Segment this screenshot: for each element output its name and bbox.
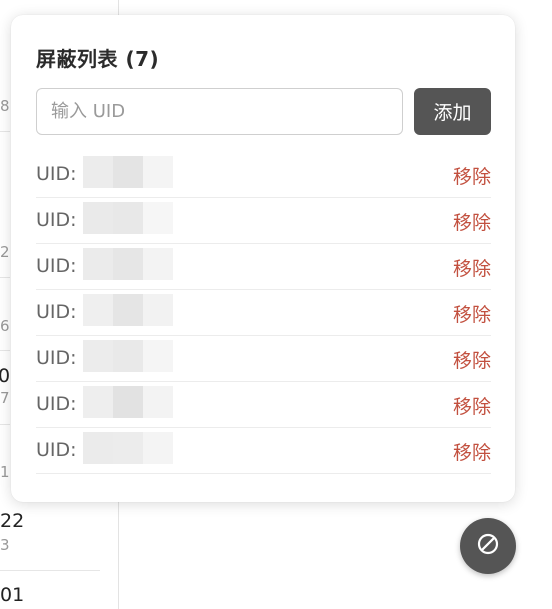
background-row-divider — [0, 131, 10, 132]
uid-redacted-value — [83, 386, 173, 418]
remove-button[interactable]: 移除 — [453, 346, 491, 373]
background-row-divider — [0, 350, 10, 351]
background-number: 1 — [0, 463, 10, 481]
uid-redacted-value — [83, 202, 173, 234]
uid-row: UID: 移除 — [36, 336, 491, 382]
remove-button[interactable]: 移除 — [453, 254, 491, 281]
uid-redacted-value — [83, 156, 173, 188]
block-icon — [476, 532, 500, 560]
background-row-divider — [0, 277, 10, 278]
uid-label: UID: — [36, 255, 77, 277]
uid-label: UID: — [36, 393, 77, 415]
uid-row: UID: 移除 — [36, 198, 491, 244]
remove-button[interactable]: 移除 — [453, 392, 491, 419]
background-number: 2 — [0, 243, 10, 261]
uid-row: UID: 移除 — [36, 244, 491, 290]
uid-redacted-value — [83, 432, 173, 464]
uid-label: UID: — [36, 347, 77, 369]
uid-redacted-value — [83, 340, 173, 372]
background-number: 22 — [0, 510, 25, 532]
remove-button[interactable]: 移除 — [453, 208, 491, 235]
uid-redacted-value — [83, 248, 173, 280]
uid-label: UID: — [36, 209, 77, 231]
add-button[interactable]: 添加 — [414, 88, 491, 135]
uid-input[interactable] — [36, 88, 403, 135]
remove-button[interactable]: 移除 — [453, 162, 491, 189]
uid-label: UID: — [36, 439, 77, 461]
block-list-toggle-button[interactable] — [460, 518, 516, 574]
uid-row: UID: 移除 — [36, 428, 491, 474]
uid-label: UID: — [36, 163, 77, 185]
remove-button[interactable]: 移除 — [453, 438, 491, 465]
background-row-divider — [0, 570, 100, 571]
panel-title: 屏蔽列表 (7) — [36, 47, 160, 71]
remove-button[interactable]: 移除 — [453, 300, 491, 327]
background-number: 6 — [0, 317, 10, 335]
uid-label: UID: — [36, 301, 77, 323]
background-number: 8 — [0, 97, 10, 115]
block-list-panel: 屏蔽列表 (7) 添加 UID: 移除 UID: 移除 UID: 移除 UID: — [11, 15, 515, 502]
uid-redacted-value — [83, 294, 173, 326]
background-row-divider — [0, 424, 10, 425]
background-number: 3 — [0, 536, 10, 554]
background-number: 01 — [0, 584, 25, 606]
uid-row: UID: 移除 — [36, 382, 491, 428]
uid-row: UID: 移除 — [36, 152, 491, 198]
background-number: 7 — [0, 389, 10, 407]
uid-list: UID: 移除 UID: 移除 UID: 移除 UID: 移除 UID: 移除 … — [36, 152, 491, 474]
uid-row: UID: 移除 — [36, 290, 491, 336]
